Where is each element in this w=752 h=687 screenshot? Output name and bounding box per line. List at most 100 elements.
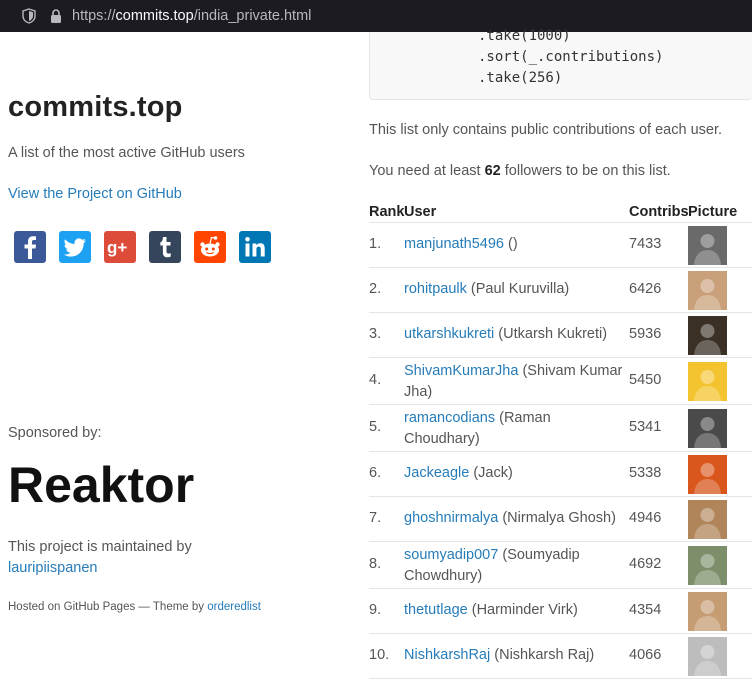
site-title[interactable]: commits.top — [8, 91, 183, 124]
user-fullname: (Jack) — [473, 465, 513, 481]
followers-note: You need at least 62 followers to be on … — [369, 163, 671, 179]
user-link[interactable]: thetutlage — [404, 602, 468, 618]
lock-icon[interactable] — [50, 9, 62, 23]
contribs-cell: 6426 — [629, 281, 662, 297]
sponsored-label: Sponsored by: — [8, 425, 102, 441]
header-rank: Rank — [369, 204, 405, 220]
svg-text:g+: g+ — [107, 238, 127, 257]
tracking-shield-icon[interactable] — [22, 8, 36, 24]
header-contribs: Contribs — [629, 204, 689, 220]
user-cell: soumyadip007 (Soumyadip Chowdhury) — [404, 545, 626, 587]
user-link[interactable]: NishkarshRaj — [404, 647, 490, 663]
user-link[interactable]: rohitpaulk — [404, 281, 467, 297]
contribs-cell: 7433 — [629, 236, 662, 252]
maintained-text: This project is maintained by — [8, 539, 192, 555]
user-link[interactable]: ShivamKumarJha — [404, 363, 518, 379]
code-text: .take(1000) .sort(_.contributions) .take… — [478, 26, 663, 89]
url-scheme: https:// — [72, 8, 116, 24]
user-cell: Jackeagle (Jack) — [404, 463, 626, 484]
view-project-link[interactable]: View the Project on GitHub — [8, 186, 182, 202]
user-fullname: (Paul Kuruvilla) — [470, 281, 570, 297]
tumblr-icon[interactable] — [149, 231, 181, 263]
user-fullname: () — [508, 236, 518, 252]
facebook-icon[interactable] — [14, 231, 46, 263]
rank-cell: 9. — [369, 602, 382, 618]
header-user: User — [404, 204, 437, 220]
followers-count: 62 — [484, 163, 501, 179]
user-link[interactable]: soumyadip007 — [404, 547, 498, 563]
maintainer-link[interactable]: lauripiispanen — [8, 560, 97, 576]
followers-note-post: followers to be on this list. — [504, 163, 671, 179]
contribs-cell: 4692 — [629, 556, 662, 572]
table-header: Rank User Contribs Picture — [369, 201, 752, 223]
contribs-cell: 5341 — [629, 419, 662, 435]
user-avatar[interactable] — [688, 226, 727, 265]
table-row: 3. utkarshkukreti (Utkarsh Kukreti) 5936 — [369, 313, 752, 358]
url-host: commits.top — [115, 8, 194, 24]
url-text[interactable]: https://commits.top/india_private.html — [72, 8, 311, 24]
twitter-icon[interactable] — [59, 231, 91, 263]
site-tagline: A list of the most active GitHub users — [8, 145, 245, 161]
rank-cell: 6. — [369, 465, 382, 481]
public-contrib-note: This list only contains public contribut… — [369, 122, 723, 138]
table-row: 9. thetutlage (Harminder Virk) 4354 — [369, 589, 752, 634]
table-row: 8. soumyadip007 (Soumyadip Chowdhury) 46… — [369, 542, 752, 589]
theme-author-link[interactable]: orderedlist — [207, 601, 261, 613]
reaktor-logo-text: Reaktor — [8, 460, 194, 512]
rank-cell: 4. — [369, 372, 382, 388]
contribs-cell: 4354 — [629, 602, 662, 618]
user-avatar[interactable] — [688, 546, 727, 585]
contribs-cell: 5338 — [629, 465, 662, 481]
table-row: 4. ShivamKumarJha (Shivam Kumar Jha) 545… — [369, 358, 752, 405]
table-body: 1. manjunath5496 () 7433 2. rohitpaulk (… — [369, 223, 752, 679]
rank-cell: 10. — [369, 647, 390, 663]
code-line: .take(1000) — [478, 28, 571, 44]
user-link[interactable]: ramancodians — [404, 410, 495, 426]
user-fullname: (Nirmalya Ghosh) — [502, 510, 616, 526]
code-block: .take(1000) .sort(_.contributions) .take… — [369, 28, 752, 100]
user-cell: ghoshnirmalya (Nirmalya Ghosh) — [404, 508, 626, 529]
contribs-cell: 5936 — [629, 326, 662, 342]
reddit-icon[interactable] — [194, 231, 226, 263]
table-row: 5. ramancodians (Raman Choudhary) 5341 — [369, 405, 752, 452]
user-avatar[interactable] — [688, 362, 727, 401]
google-plus-icon[interactable]: g+ — [104, 231, 136, 263]
linkedin-icon[interactable] — [239, 231, 271, 263]
rank-cell: 1. — [369, 236, 382, 252]
user-link[interactable]: manjunath5496 — [404, 236, 504, 252]
rank-cell: 3. — [369, 326, 382, 342]
user-avatar[interactable] — [688, 637, 727, 676]
table-row: 10. NishkarshRaj (Nishkarsh Raj) 4066 — [369, 634, 752, 679]
user-avatar[interactable] — [688, 271, 727, 310]
contribs-cell: 4946 — [629, 510, 662, 526]
user-avatar[interactable] — [688, 455, 727, 494]
user-cell: rohitpaulk (Paul Kuruvilla) — [404, 279, 626, 300]
user-cell: utkarshkukreti (Utkarsh Kukreti) — [404, 324, 626, 345]
contribs-cell: 4066 — [629, 647, 662, 663]
user-cell: NishkarshRaj (Nishkarsh Raj) — [404, 645, 626, 666]
user-fullname: (Utkarsh Kukreti) — [498, 326, 608, 342]
user-link[interactable]: ghoshnirmalya — [404, 510, 498, 526]
user-cell: thetutlage (Harminder Virk) — [404, 600, 626, 621]
user-avatar[interactable] — [688, 592, 727, 631]
user-fullname: (Harminder Virk) — [471, 602, 578, 618]
contribs-cell: 5450 — [629, 372, 662, 388]
user-avatar[interactable] — [688, 500, 727, 539]
user-cell: manjunath5496 () — [404, 234, 626, 255]
header-picture: Picture — [688, 204, 738, 220]
social-share-bar: g+ — [14, 231, 271, 263]
user-avatar[interactable] — [688, 316, 727, 355]
rank-cell: 8. — [369, 556, 382, 572]
rank-cell: 7. — [369, 510, 382, 526]
code-line: .sort(_.contributions) — [478, 49, 664, 65]
user-avatar[interactable] — [688, 409, 727, 448]
ranking-table: Rank User Contribs Picture 1. manjunath5… — [369, 201, 752, 679]
hosted-note: Hosted on GitHub Pages — Theme by ordere… — [8, 601, 261, 613]
user-link[interactable]: Jackeagle — [404, 465, 469, 481]
user-cell: ShivamKumarJha (Shivam Kumar Jha) — [404, 361, 626, 403]
maintainer-note: This project is maintained by lauripiisp… — [8, 537, 268, 579]
reaktor-logo[interactable]: Reaktor — [8, 460, 210, 512]
hosted-text: Hosted on GitHub Pages — Theme by — [8, 601, 205, 613]
code-line: .take(256) — [478, 70, 563, 86]
user-link[interactable]: utkarshkukreti — [404, 326, 494, 342]
